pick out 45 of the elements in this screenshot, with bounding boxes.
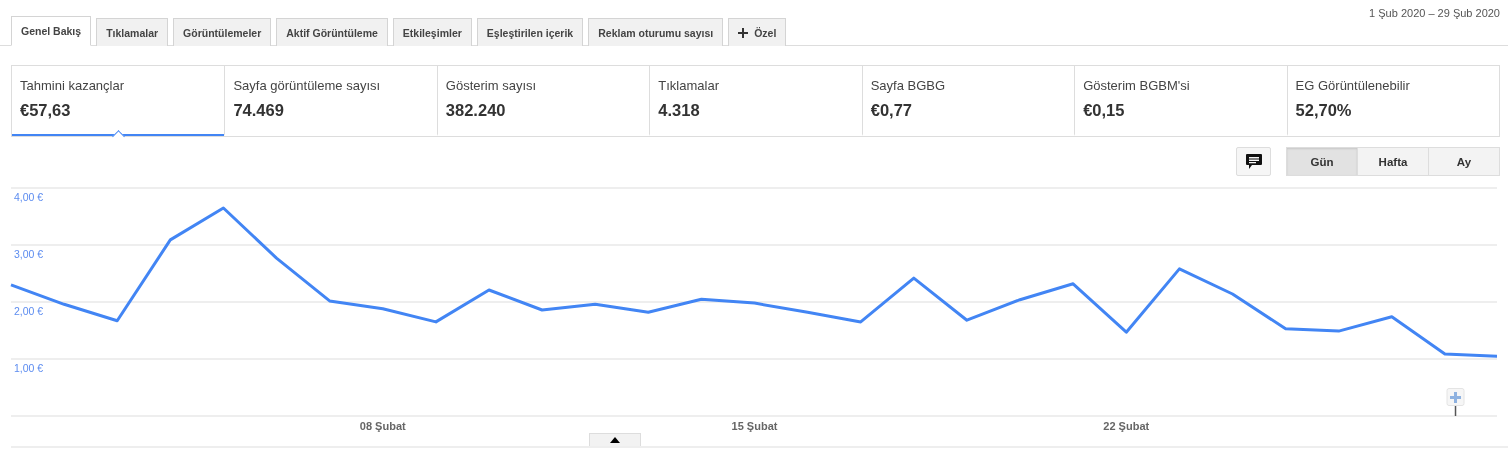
tab[interactable]: Görüntülemeler [173, 18, 272, 46]
metric-label: Sayfa görüntüleme sayısı [233, 78, 382, 93]
metric-value: 74.469 [233, 101, 285, 120]
y-axis-label: 2,00 € [14, 305, 44, 317]
x-axis-label: 08 Şubat [359, 420, 406, 432]
metric-card[interactable]: Gösterim sayısı 382.240 [436, 66, 650, 136]
tab[interactable]: Özel [728, 18, 787, 46]
metric-label: Gösterim BGBM'si [1083, 78, 1191, 93]
metric-value: 52,70% [1295, 101, 1353, 120]
tab[interactable]: Aktif Görüntüleme [276, 18, 388, 46]
comment-icon [1245, 154, 1262, 169]
metric-label: Gösterim sayısı [445, 78, 538, 93]
metric-label: Tıklamalar [658, 78, 720, 93]
metric-card[interactable]: Tahmini kazançlar €57,63 [12, 66, 225, 136]
tab[interactable]: Eşleştirilen içerik [476, 18, 584, 46]
y-axis-label: 1,00 € [14, 362, 44, 374]
metric-card[interactable]: Gösterim BGBM'si €0,15 [1074, 66, 1287, 136]
metric-label: Tahmini kazançlar [20, 78, 126, 93]
period-button[interactable]: Ay [1428, 147, 1500, 176]
period-button[interactable]: Gün [1286, 147, 1358, 176]
x-axis-label: 15 Şubat [731, 420, 778, 432]
tab[interactable]: Reklam oturumu sayısı [588, 18, 724, 46]
metric-label: EG Görüntülenebilir [1295, 78, 1411, 93]
metric-card[interactable]: Sayfa BGBG €0,77 [861, 66, 1075, 136]
period-button[interactable]: Hafta [1357, 147, 1429, 176]
caret-up-icon [609, 437, 620, 443]
tab[interactable]: Genel Bakış [11, 16, 92, 46]
tab[interactable]: Tıklamalar [96, 18, 169, 46]
metric-card[interactable]: Tıklamalar 4.318 [649, 66, 862, 136]
collapse-button[interactable] [588, 433, 641, 446]
metric-card[interactable]: EG Görüntülenebilir 52,70% [1286, 66, 1499, 136]
date-range: 1 Şub 2020 – 29 Şub 2020 [1369, 7, 1500, 19]
metric-value: €57,63 [20, 101, 72, 120]
metric-value: 382.240 [445, 101, 507, 120]
x-axis-label: 22 Şubat [1103, 420, 1150, 432]
metric-card[interactable]: Sayfa görüntüleme sayısı 74.469 [224, 66, 437, 136]
comment-button[interactable] [1236, 147, 1271, 176]
metric-value: 4.318 [658, 101, 701, 120]
tab[interactable]: Etkileşimler [392, 18, 472, 46]
y-axis-label: 3,00 € [14, 248, 44, 260]
metric-value: €0,77 [870, 101, 913, 120]
metric-label: Sayfa BGBG [870, 78, 947, 93]
metric-value: €0,15 [1083, 101, 1126, 120]
plus-icon [738, 27, 749, 38]
y-axis-label: 4,00 € [14, 191, 44, 203]
